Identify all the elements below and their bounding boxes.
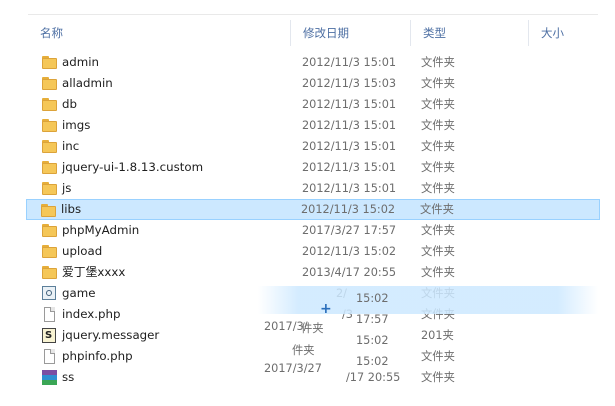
- file-row-selected[interactable]: libs 2012/11/3 15:02 文件夹: [26, 199, 600, 220]
- folder-icon: [42, 98, 58, 111]
- file-type: 201夹: [421, 329, 454, 342]
- file-name: game: [62, 286, 96, 300]
- file-type: 文件夹: [421, 98, 455, 111]
- file-date: 2012/11/3 15:01: [302, 119, 397, 132]
- file-date: 2017/3/27 17:57: [302, 224, 397, 237]
- file-name: ss: [62, 370, 75, 384]
- file-date: 2012/11/3 15:03: [302, 77, 397, 90]
- file-type: 文件夹: [421, 371, 455, 384]
- file-name: upload: [62, 244, 103, 258]
- column-header: 名称 修改日期 类型 大小: [28, 20, 598, 46]
- drag-ghost-highlight: [258, 286, 598, 314]
- file-row[interactable]: phpMyAdmin 2017/3/27 17:57 文件夹: [28, 220, 598, 241]
- file-name: 爱丁堡xxxx: [62, 265, 126, 279]
- folder-icon: [41, 204, 57, 217]
- file-explorer: 名称 修改日期 类型 大小 admin 2012/11/3 15:01 文件夹 …: [0, 0, 615, 406]
- file-row[interactable]: 爱丁堡xxxx 2013/4/17 20:55 文件夹: [28, 262, 598, 283]
- file-date: 2012/11/3 15:01: [302, 161, 397, 174]
- file-name: js: [62, 181, 72, 195]
- script-icon: S: [42, 328, 56, 343]
- column-header-name[interactable]: 名称: [28, 20, 290, 46]
- file-type: 文件夹: [420, 203, 454, 216]
- column-header-date[interactable]: 修改日期: [290, 20, 410, 46]
- file-icon: [44, 307, 55, 322]
- column-header-type[interactable]: 类型: [410, 20, 528, 46]
- drag-copy-plus-icon: +: [320, 301, 332, 317]
- file-date: 2012/11/3 15:01: [302, 98, 397, 111]
- file-type: 文件夹: [421, 182, 455, 195]
- file-date: 2012/11/3 15:01: [302, 140, 397, 153]
- file-date: /17 20:55: [346, 371, 401, 384]
- file-row[interactable]: upload 2012/11/3 15:02 文件夹: [28, 241, 598, 262]
- file-name: jquery.messager: [62, 328, 160, 342]
- file-name: imgs: [62, 118, 91, 132]
- file-name: jquery-ui-1.8.13.custom: [62, 160, 204, 174]
- file-row[interactable]: phpinfo.php 文件夹: [28, 346, 598, 367]
- file-type: 文件夹: [421, 77, 455, 90]
- file-name: phpMyAdmin: [62, 223, 140, 237]
- file-type: 文件夹: [421, 224, 455, 237]
- file-name: index.php: [62, 307, 121, 321]
- file-type: 文件夹: [421, 266, 455, 279]
- file-type: 文件夹: [421, 119, 455, 132]
- file-list: admin 2012/11/3 15:01 文件夹 alladmin 2012/…: [26, 52, 600, 388]
- file-type: 文件夹: [421, 245, 455, 258]
- column-header-size[interactable]: 大小: [528, 20, 598, 46]
- folder-icon: [42, 56, 58, 69]
- file-date: 2012/11/3 15:02: [302, 245, 397, 258]
- folder-icon: [42, 140, 58, 153]
- file-type: 文件夹: [421, 161, 455, 174]
- file-row[interactable]: inc 2012/11/3 15:01 文件夹: [28, 136, 598, 157]
- file-row[interactable]: jquery-ui-1.8.13.custom 2012/11/3 15:01 …: [28, 157, 598, 178]
- file-date: 2012/11/3 15:02: [301, 203, 396, 216]
- file-row[interactable]: S jquery.messager 201夹: [28, 325, 598, 346]
- file-name: libs: [61, 202, 82, 216]
- file-name: phpinfo.php: [62, 349, 133, 363]
- file-date: 2013/4/17 20:55: [302, 266, 397, 279]
- file-row[interactable]: alladmin 2012/11/3 15:03 文件夹: [28, 73, 598, 94]
- file-row[interactable]: ss /17 20:55 文件夹: [28, 367, 598, 388]
- file-row[interactable]: db 2012/11/3 15:01 文件夹: [28, 94, 598, 115]
- folder-icon: [42, 224, 58, 237]
- file-type: 文件夹: [421, 140, 455, 153]
- file-date: 2012/11/3 15:01: [302, 56, 397, 69]
- file-row[interactable]: admin 2012/11/3 15:01 文件夹: [28, 52, 598, 73]
- folder-icon: [42, 161, 58, 174]
- file-row[interactable]: js 2012/11/3 15:01 文件夹: [28, 178, 598, 199]
- folder-icon: [42, 182, 58, 195]
- file-date: 2012/11/3 15:01: [302, 182, 397, 195]
- game-icon: [42, 286, 56, 300]
- folder-icon: [42, 77, 58, 90]
- file-name: alladmin: [62, 76, 113, 90]
- folder-icon: [42, 245, 58, 258]
- archive-icon: [42, 370, 57, 385]
- file-type: 文件夹: [421, 56, 455, 69]
- folder-icon: [42, 119, 58, 132]
- file-icon: [44, 349, 55, 364]
- folder-icon: [42, 266, 58, 279]
- file-name: admin: [62, 55, 99, 69]
- file-name: inc: [62, 139, 80, 153]
- file-row[interactable]: imgs 2012/11/3 15:01 文件夹: [28, 115, 598, 136]
- file-name: db: [62, 97, 77, 111]
- file-type: 文件夹: [421, 350, 455, 363]
